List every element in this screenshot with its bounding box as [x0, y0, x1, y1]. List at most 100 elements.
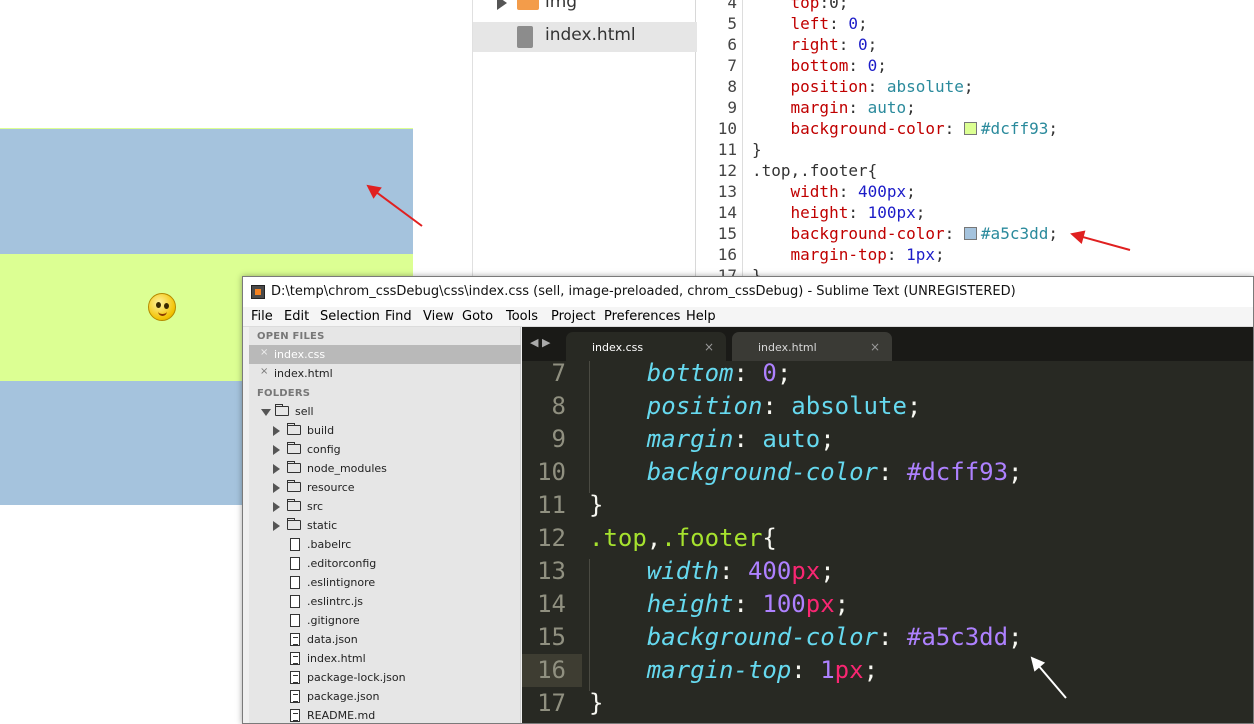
line-number: 9 [727, 98, 737, 117]
menu-item-selection[interactable]: Selection [320, 309, 380, 324]
code-token: ; [1048, 224, 1058, 243]
folder-tree-item[interactable]: package-lock.json [249, 668, 521, 687]
open-file-label: index.css [274, 348, 326, 361]
folder-tree-item[interactable]: README.md [249, 706, 521, 723]
code-token: } [589, 689, 604, 717]
tree-item-label: index.html [307, 652, 366, 665]
tree-item-label: img [545, 0, 578, 12]
collapsed-arrow-icon[interactable] [273, 483, 280, 493]
line-number: 13 [537, 557, 566, 585]
expanded-arrow-icon[interactable] [261, 409, 271, 416]
line-number: 5 [727, 14, 737, 33]
code-token: ; [906, 392, 922, 420]
code-token: top [790, 0, 820, 12]
folder-tree-item[interactable]: .editorconfig [249, 554, 521, 573]
code-token: ; [857, 14, 868, 33]
folder-tree-item[interactable]: .eslintrc.js [249, 592, 521, 611]
line-text: .top,.footer{ [589, 524, 777, 552]
tree-item-label: .editorconfig [307, 557, 377, 570]
collapsed-arrow-icon[interactable] [273, 445, 280, 455]
menu-item-view[interactable]: View [423, 309, 454, 324]
editor-pane: ◀ ▶ index.css × index.html × 7 bottom: 0; 8 … [522, 327, 1253, 723]
code-token: 400px [857, 182, 907, 201]
emoji-face-icon [148, 293, 176, 321]
code-line: 5 left: 0; [697, 14, 1254, 35]
tab-nav-arrows-icon[interactable]: ◀ ▶ [530, 336, 550, 349]
open-file-label: index.html [274, 367, 333, 380]
code-area[interactable]: 7 bottom: 0; 8 position: absolute; 9 margi… [522, 359, 1253, 723]
close-icon[interactable]: × [260, 366, 268, 377]
code-line: 7 bottom: 0; [522, 357, 1253, 390]
folder-tree-item[interactable]: sell [249, 402, 521, 421]
tree-item-label: index.html [545, 25, 636, 45]
menu-item-project[interactable]: Project [551, 309, 595, 324]
folder-tree-item[interactable]: resource [249, 478, 521, 497]
folder-tree-item[interactable]: static [249, 516, 521, 535]
line-text: background-color: #a5c3dd; [589, 623, 1023, 651]
file-icon [290, 709, 300, 722]
line-text: position: absolute; [589, 392, 922, 420]
close-icon[interactable]: × [870, 340, 880, 354]
folder-tree-item[interactable]: index.html [249, 649, 521, 668]
tree-item-index-html[interactable]: index.html [473, 22, 697, 52]
code-line: 11} [522, 489, 1253, 522]
folder-tree-item[interactable]: .eslintignore [249, 573, 521, 592]
folder-tree-item[interactable]: data.json [249, 630, 521, 649]
menu-item-find[interactable]: Find [385, 309, 412, 324]
file-icon [290, 557, 300, 570]
menu-item-goto[interactable]: Goto [462, 309, 493, 324]
code-line: 12 .top,.footer{ [697, 161, 1254, 182]
collapsed-arrow-icon[interactable] [273, 502, 280, 512]
collapsed-arrow-icon[interactable] [273, 521, 280, 531]
code-token: ; [867, 35, 878, 54]
code-token: #a5c3dd [906, 623, 1009, 651]
menu-item-tools[interactable]: Tools [506, 309, 538, 324]
code-line: 13 width: 400px; [522, 555, 1253, 588]
code-token: position [790, 77, 868, 96]
folder-icon [287, 518, 301, 530]
code-line: 15 background-color: #a5c3dd; [522, 621, 1253, 654]
code-line: 15 background-color: #a5c3dd; [697, 224, 1254, 245]
menu-item-preferences[interactable]: Preferences [604, 309, 680, 324]
folder-tree-item[interactable]: .babelrc [249, 535, 521, 554]
code-token: ; [877, 56, 887, 75]
tree-item-label: build [307, 424, 335, 437]
folder-tree-item[interactable]: package.json [249, 687, 521, 706]
code-token: : [733, 359, 763, 387]
folder-tree-item[interactable]: src [249, 497, 521, 516]
collapsed-arrow-icon[interactable] [273, 464, 280, 474]
menu-item-file[interactable]: File [251, 309, 273, 324]
tree-item-label: node_modules [307, 462, 387, 475]
line-number: 7 [551, 359, 566, 387]
line-text: } [589, 689, 603, 717]
code-token: : [791, 656, 821, 684]
menu-item-help[interactable]: Help [686, 309, 716, 324]
folder-tree-item[interactable]: .gitignore [249, 611, 521, 630]
line-number: 17 [537, 689, 566, 717]
close-icon[interactable]: × [260, 347, 268, 358]
open-file-item[interactable]: × index.html [249, 364, 521, 383]
background-code-editor[interactable]: 4 top:0; 5 left: 0; 6 right: 0; 7 bottom: 0… [697, 0, 1254, 285]
line-number: 13 [717, 182, 737, 201]
tree-item-label: .gitignore [307, 614, 360, 627]
folder-tree-item[interactable]: node_modules [249, 459, 521, 478]
code-line: 6 right: 0; [697, 35, 1254, 56]
collapsed-arrow-icon[interactable] [273, 426, 280, 436]
line-text: } [752, 140, 762, 159]
code-token: absolute [791, 392, 907, 420]
code-line: 8 position: absolute; [697, 77, 1254, 98]
close-icon[interactable]: × [704, 340, 714, 354]
menu-item-edit[interactable]: Edit [284, 309, 309, 324]
code-token: : [944, 119, 964, 138]
folder-tree-item[interactable]: build [249, 421, 521, 440]
file-icon [517, 26, 533, 48]
code-token: : [848, 56, 868, 75]
folder-tree-item[interactable]: config [249, 440, 521, 459]
line-text: background-color: #a5c3dd; [752, 224, 1058, 243]
open-file-item[interactable]: × index.css [249, 345, 521, 364]
expand-arrow-icon[interactable] [497, 0, 507, 10]
line-text: .top,.footer{ [752, 161, 877, 180]
